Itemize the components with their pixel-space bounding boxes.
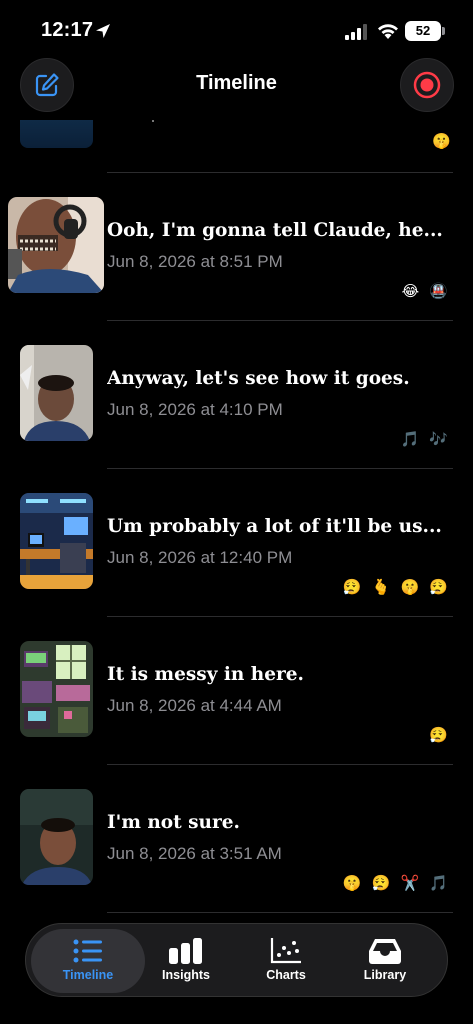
header: Timeline <box>0 58 473 114</box>
timeline-list[interactable]: 🤫 Ooh, I'm gonna tell Claude, he... Jun … <box>0 110 473 920</box>
inbox-tray-icon <box>369 939 401 964</box>
entry-emojis: 🤫 😮‍💨 ✂️ 🎵 <box>342 875 451 892</box>
record-icon <box>413 71 441 99</box>
divider <box>107 912 453 913</box>
entry-emojis: 😮‍💨 <box>429 727 451 744</box>
list-item[interactable]: I'm not sure. Jun 8, 2026 at 3:51 AM 🤫 😮… <box>0 764 473 912</box>
entry-date: Jun 8, 2026 at 12:40 PM <box>107 548 293 567</box>
entry-thumbnail <box>20 789 93 885</box>
list-item[interactable]: Anyway, let's see how it goes. Jun 8, 20… <box>0 320 473 468</box>
location-arrow-icon <box>96 24 110 38</box>
entry-emojis: 🤫 <box>432 133 451 150</box>
title-fragment <box>152 120 154 122</box>
status-bar: 12:17 52 <box>0 0 473 60</box>
scatter-chart-icon <box>270 938 301 964</box>
record-button[interactable] <box>400 58 454 112</box>
list-item[interactable]: Um probably a lot of it'll be us... Jun … <box>0 468 473 616</box>
battery-indicator: 52 <box>405 21 441 41</box>
entry-title: It is messy in here. <box>107 664 304 685</box>
tab-timeline[interactable]: Timeline <box>31 929 145 993</box>
entry-title: Ooh, I'm gonna tell Claude, he... <box>107 220 443 241</box>
entry-emojis: 😮‍💨 🫰 🤫 😮‍💨 <box>342 579 451 596</box>
tab-bar: Timeline Insights Charts Library <box>25 923 448 997</box>
list-item[interactable]: Ooh, I'm gonna tell Claude, he... Jun 8,… <box>0 172 473 320</box>
tab-label: Timeline <box>62 968 114 982</box>
entry-date: Jun 8, 2026 at 4:10 PM <box>107 400 283 419</box>
list-item[interactable]: 🤫 <box>0 110 473 172</box>
entry-title: Anyway, let's see how it goes. <box>107 368 410 389</box>
list-icon <box>73 939 102 963</box>
entry-title: I'm not sure. <box>107 812 240 833</box>
tab-label: Charts <box>266 968 306 982</box>
battery-level: 52 <box>415 23 431 38</box>
entry-date: Jun 8, 2026 at 8:51 PM <box>107 252 283 271</box>
status-time: 12:17 <box>41 19 94 41</box>
wifi-icon <box>378 24 398 39</box>
entry-emojis: 😂 🚇 <box>401 283 451 300</box>
entry-thumbnail <box>20 493 93 589</box>
entry-thumbnail <box>8 197 104 293</box>
tab-label: Library <box>363 968 407 982</box>
tab-charts[interactable]: Charts <box>229 929 343 993</box>
entry-thumbnail <box>20 120 93 148</box>
bar-chart-icon <box>169 938 202 964</box>
list-item[interactable]: It is messy in here. Jun 8, 2026 at 4:44… <box>0 616 473 764</box>
entry-title: Um probably a lot of it'll be us... <box>107 516 442 537</box>
entry-thumbnail <box>20 641 93 737</box>
entry-date: Jun 8, 2026 at 4:44 AM <box>107 696 282 715</box>
entry-date: Jun 8, 2026 at 3:51 AM <box>107 844 282 863</box>
tab-insights[interactable]: Insights <box>129 929 243 993</box>
tab-label: Insights <box>162 968 210 982</box>
entry-thumbnail <box>20 345 93 441</box>
entry-emojis: 🎵 🎶 <box>400 431 451 448</box>
battery-nub <box>442 27 445 35</box>
tab-library[interactable]: Library <box>328 929 442 993</box>
cellular-signal-icon <box>345 24 367 40</box>
